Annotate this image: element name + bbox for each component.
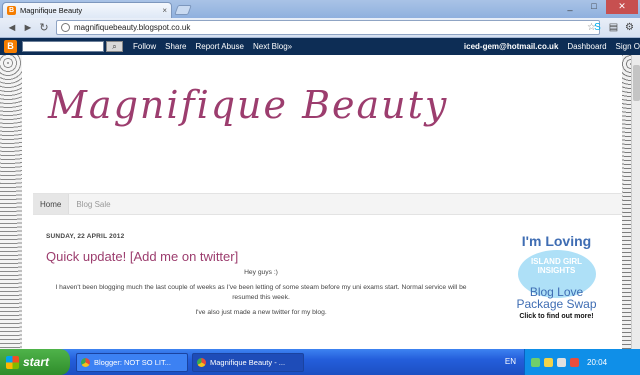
post-paragraph: Hey guys :): [244, 269, 278, 276]
taskbar-item-label: Magnifique Beauty - ...: [210, 357, 286, 367]
tray-volume-icon[interactable]: [557, 357, 566, 367]
chrome-icon: [81, 357, 90, 367]
page-scrollbar[interactable]: [631, 55, 640, 349]
new-tab-button[interactable]: [174, 5, 192, 15]
browser-toolbar: ◄ ► ↻ magnifiquebeauty.blogspot.co.uk ☆ …: [0, 18, 640, 38]
badge-cta: Click to find out more!: [519, 313, 594, 320]
blog-header: Magnifique Beauty: [33, 63, 622, 189]
sign-out-link[interactable]: Sign O: [616, 42, 640, 51]
tray-network-icon[interactable]: [531, 357, 540, 367]
post-paragraph: I haven't been blogging much the last co…: [55, 284, 467, 301]
window-controls: _ □ ✕: [558, 0, 638, 14]
tab-home[interactable]: Home: [33, 194, 70, 214]
badge-mid-line: Package Swap: [516, 297, 597, 311]
maximize-button[interactable]: □: [582, 0, 606, 14]
wrench-icon[interactable]: ⚙: [623, 21, 636, 34]
dashboard-link[interactable]: Dashboard: [567, 42, 606, 51]
minimize-button[interactable]: _: [558, 0, 582, 14]
blog-page: Magnifique Beauty Home Blog Sale SUNDAY,…: [0, 55, 640, 349]
tray-security-icon[interactable]: [544, 357, 553, 367]
reload-button[interactable]: ↻: [36, 20, 52, 36]
address-url[interactable]: magnifiquebeauty.blogspot.co.uk: [74, 23, 587, 32]
blog-love-badge[interactable]: I'm Loving ISLAND GIRL INSIGHTS Blog Lov…: [509, 234, 604, 327]
language-indicator[interactable]: EN: [505, 357, 516, 366]
blog-search-input[interactable]: [22, 41, 104, 52]
blogger-navbar: B ⌕ Follow Share Report Abuse Next Blog»…: [0, 38, 640, 55]
close-window-button[interactable]: ✕: [606, 0, 638, 14]
browser-tab[interactable]: B Magnifique Beauty ×: [2, 2, 172, 18]
windows-taskbar: start Blogger: NOT SO LIT... Magnifique …: [0, 349, 640, 375]
lace-background-left: [0, 55, 22, 349]
tab-blog-sale[interactable]: Blog Sale: [69, 194, 117, 214]
post-paragraph: I've also just made a new twitter for my…: [195, 309, 327, 316]
next-blog-link[interactable]: Next Blog»: [253, 42, 292, 51]
extension-icons: S ▤ ⚙: [591, 21, 636, 34]
page-tabs: Home Blog Sale: [33, 193, 622, 215]
address-bar[interactable]: magnifiquebeauty.blogspot.co.uk ☆: [56, 20, 600, 35]
browser-tab-title: Magnifique Beauty: [20, 6, 83, 15]
forward-button[interactable]: ►: [20, 20, 36, 36]
chrome-icon: [197, 357, 206, 367]
post-body: Hey guys :) I haven't been blogging much…: [46, 268, 476, 318]
skype-extension-icon[interactable]: S: [591, 21, 604, 34]
navbar-links: Follow Share Report Abuse Next Blog»: [133, 42, 292, 51]
blogger-logo-icon[interactable]: B: [4, 40, 17, 53]
badge-circle-line: INSIGHTS: [537, 266, 576, 275]
share-link[interactable]: Share: [165, 42, 186, 51]
navbar-account: iced-gem@hotmail.co.uk Dashboard Sign O: [464, 38, 640, 55]
globe-icon: [61, 23, 70, 32]
blogger-favicon-icon: B: [7, 6, 16, 15]
windows-flag-icon: [6, 355, 19, 369]
tab-close-icon[interactable]: ×: [162, 6, 167, 15]
report-abuse-link[interactable]: Report Abuse: [195, 42, 243, 51]
post: SUNDAY, 22 APRIL 2012 Quick update! [Add…: [46, 233, 476, 323]
screen: B Magnifique Beauty × _ □ ✕ ◄ ► ↻ magnif…: [0, 0, 640, 375]
tray-app-icon[interactable]: [570, 357, 579, 367]
follow-link[interactable]: Follow: [133, 42, 156, 51]
badge-heading: I'm Loving: [521, 233, 592, 249]
blog-title[interactable]: Magnifique Beauty: [48, 83, 448, 127]
taskbar-clock: 20:04: [587, 357, 608, 367]
browser-tab-strip: B Magnifique Beauty × _ □ ✕: [0, 0, 640, 18]
scrollbar-thumb[interactable]: [633, 65, 640, 101]
start-button[interactable]: start: [0, 349, 70, 375]
taskbar-item[interactable]: Magnifique Beauty - ...: [192, 352, 304, 372]
page-menu-icon[interactable]: ▤: [607, 21, 620, 34]
post-title[interactable]: Quick update! [Add me on twitter]: [46, 249, 476, 264]
start-label: start: [23, 355, 50, 369]
post-date: SUNDAY, 22 APRIL 2012: [46, 233, 125, 240]
back-button[interactable]: ◄: [4, 20, 20, 36]
account-email: iced-gem@hotmail.co.uk: [463, 42, 559, 51]
taskbar-item[interactable]: Blogger: NOT SO LIT...: [76, 352, 188, 372]
blog-search-button[interactable]: ⌕: [106, 41, 123, 52]
system-tray: 20:04: [524, 349, 640, 375]
badge-circle-line: ISLAND GIRL: [530, 257, 583, 266]
taskbar-item-label: Blogger: NOT SO LIT...: [94, 357, 171, 367]
